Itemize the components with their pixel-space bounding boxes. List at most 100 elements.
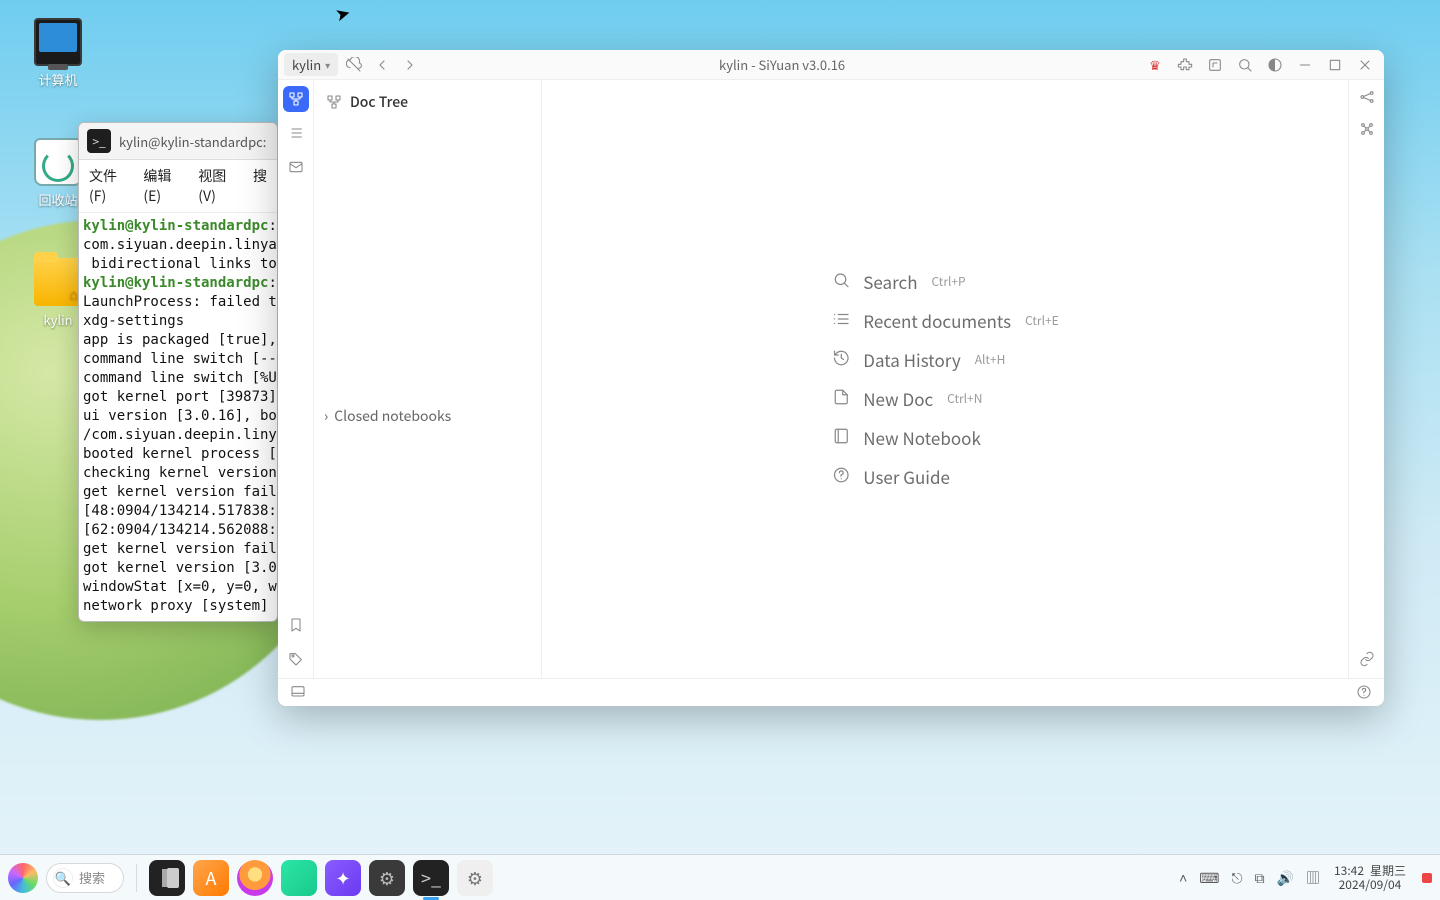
menu-view[interactable]: 视图(V): [198, 166, 239, 206]
history-icon: [831, 347, 851, 372]
search-placeholder: 搜索: [79, 868, 105, 887]
terminal-title-text: kylin@kylin-standardpc:: [119, 132, 266, 151]
tray-network-icon[interactable]: ⧉: [1255, 868, 1265, 888]
taskbar-app-purple[interactable]: ✦: [325, 860, 361, 896]
tray-battery-icon[interactable]: ▥: [1306, 868, 1320, 888]
action-shortcut: Alt+H: [975, 351, 1006, 368]
rail-bookmark-icon[interactable]: [283, 612, 309, 638]
action-new-notebook[interactable]: New Notebook: [831, 425, 1058, 450]
rail-globalgraph-icon[interactable]: [1359, 118, 1375, 142]
help-icon[interactable]: [1354, 681, 1374, 705]
action-search[interactable]: Search Ctrl+P: [831, 269, 1058, 294]
action-label: Recent documents: [863, 308, 1011, 333]
mouse-cursor: ➤: [332, 0, 353, 28]
crown-icon[interactable]: ♛: [1142, 52, 1168, 78]
search-icon[interactable]: [1232, 52, 1258, 78]
chevron-right-icon: ›: [324, 406, 328, 426]
taskbar-clock[interactable]: 13:42 星期三 2024/09/04: [1334, 864, 1406, 892]
window-maximize-button[interactable]: [1322, 52, 1348, 78]
taskbar-app-taskview[interactable]: [149, 860, 185, 896]
tray-keyboard-icon[interactable]: ⌨: [1199, 868, 1219, 888]
sync-off-icon[interactable]: [342, 53, 366, 77]
desktop-icon-computer[interactable]: 计算机: [18, 18, 98, 89]
action-history[interactable]: Data History Alt+H: [831, 347, 1058, 372]
editor-area[interactable]: Search Ctrl+P Recent documents Ctrl+E Da…: [542, 80, 1348, 678]
siyuan-statusbar: [278, 678, 1384, 706]
rail-outline-icon[interactable]: [283, 120, 309, 146]
action-recent[interactable]: Recent documents Ctrl+E: [831, 308, 1058, 333]
action-shortcut: Ctrl+P: [932, 273, 966, 290]
terminal-app-icon: >_: [87, 129, 111, 153]
nav-back-button[interactable]: [370, 53, 394, 77]
terminal-body[interactable]: kylin@kylin-standardpc:~/$com.siyuan.dee…: [79, 213, 277, 622]
taskbar-search[interactable]: 🔍 搜索: [46, 863, 124, 893]
system-tray[interactable]: ˄ ⌨ ⎋ ⧉ 🔊 ▥: [1179, 868, 1320, 888]
action-label: New Doc: [863, 386, 933, 411]
action-shortcut: Ctrl+N: [947, 390, 982, 407]
trash-icon: [34, 138, 82, 186]
nav-forward-button[interactable]: [398, 53, 422, 77]
window-mode-icon[interactable]: [1202, 52, 1228, 78]
list-icon: [831, 308, 851, 333]
folder-icon: [34, 258, 82, 306]
search-icon: 🔍: [53, 868, 73, 888]
menu-file[interactable]: 文件(F): [89, 166, 129, 206]
terminal-titlebar[interactable]: >_ kylin@kylin-standardpc:: [79, 123, 277, 160]
tray-chevron-icon[interactable]: ˄: [1179, 868, 1187, 888]
closed-notebooks-row[interactable]: › Closed notebooks: [324, 406, 531, 426]
doctree-title: Doc Tree: [350, 92, 408, 112]
tray-volume-icon[interactable]: 🔊: [1277, 868, 1294, 888]
search-icon: [831, 269, 851, 294]
rail-tag-icon[interactable]: [283, 646, 309, 672]
left-rail: [278, 80, 314, 678]
notebook-icon: [831, 425, 851, 450]
doctree-panel[interactable]: Doc Tree › Closed notebooks: [314, 80, 542, 678]
taskbar-app-gear[interactable]: ⚙: [457, 860, 493, 896]
menu-more[interactable]: 搜: [253, 166, 267, 206]
action-label: New Notebook: [863, 425, 981, 450]
chevron-down-icon: ▾: [325, 57, 330, 72]
rail-graph-icon[interactable]: [1359, 86, 1375, 110]
action-label: Search: [863, 269, 917, 294]
window-minimize-button[interactable]: [1292, 52, 1318, 78]
tray-notification-icon[interactable]: [1422, 873, 1432, 883]
desktop-icon-label: 计算机: [18, 70, 98, 89]
menu-edit[interactable]: 编辑(E): [143, 166, 184, 206]
taskbar-app-terminal[interactable]: >_: [413, 860, 449, 896]
action-shortcut: Ctrl+E: [1025, 312, 1059, 329]
taskbar-app-store[interactable]: A: [193, 860, 229, 896]
siyuan-titlebar[interactable]: kylin ▾ kylin - SiYuan v3.0.16 ♛: [278, 50, 1384, 80]
rail-inbox-icon[interactable]: [283, 154, 309, 180]
action-label: User Guide: [863, 464, 950, 489]
window-close-button[interactable]: [1352, 52, 1378, 78]
dock-layout-icon[interactable]: [288, 681, 308, 705]
right-rail: [1348, 80, 1384, 678]
window-title: kylin - SiYuan v3.0.16: [426, 55, 1138, 74]
doctree-icon: [326, 94, 342, 110]
computer-icon: [34, 18, 82, 66]
appearance-icon[interactable]: [1262, 52, 1288, 78]
taskbar-app-settings[interactable]: ⚙: [369, 860, 405, 896]
start-button[interactable]: [8, 863, 38, 893]
workspace-name: kylin: [292, 55, 321, 74]
terminal-window[interactable]: >_ kylin@kylin-standardpc: 文件(F) 编辑(E) 视…: [78, 122, 278, 622]
clock-date: 2024/09/04: [1339, 878, 1402, 892]
siyuan-window[interactable]: kylin ▾ kylin - SiYuan v3.0.16 ♛: [278, 50, 1384, 706]
action-new-doc[interactable]: New Doc Ctrl+N: [831, 386, 1058, 411]
start-actions: Search Ctrl+P Recent documents Ctrl+E Da…: [831, 269, 1058, 489]
taskbar[interactable]: 🔍 搜索 A ✦ ⚙ >_ ⚙ ˄ ⌨ ⎋ ⧉ 🔊 ▥ 13:42 星期三 20…: [0, 854, 1440, 900]
action-label: Data History: [863, 347, 960, 372]
rail-backlink-icon[interactable]: [1359, 648, 1375, 672]
closed-notebooks-label: Closed notebooks: [334, 406, 451, 426]
file-icon: [831, 386, 851, 411]
action-user-guide[interactable]: User Guide: [831, 464, 1058, 489]
tray-usb-icon[interactable]: ⎋: [1231, 868, 1242, 888]
rail-doctree-icon[interactable]: [283, 86, 309, 112]
divider: [136, 864, 137, 892]
terminal-menubar[interactable]: 文件(F) 编辑(E) 视图(V) 搜: [79, 160, 277, 213]
plugin-icon[interactable]: [1172, 52, 1198, 78]
taskbar-app-green[interactable]: [281, 860, 317, 896]
workspace-selector[interactable]: kylin ▾: [284, 53, 338, 76]
taskbar-app-firefox[interactable]: [237, 860, 273, 896]
help-icon: [831, 464, 851, 489]
